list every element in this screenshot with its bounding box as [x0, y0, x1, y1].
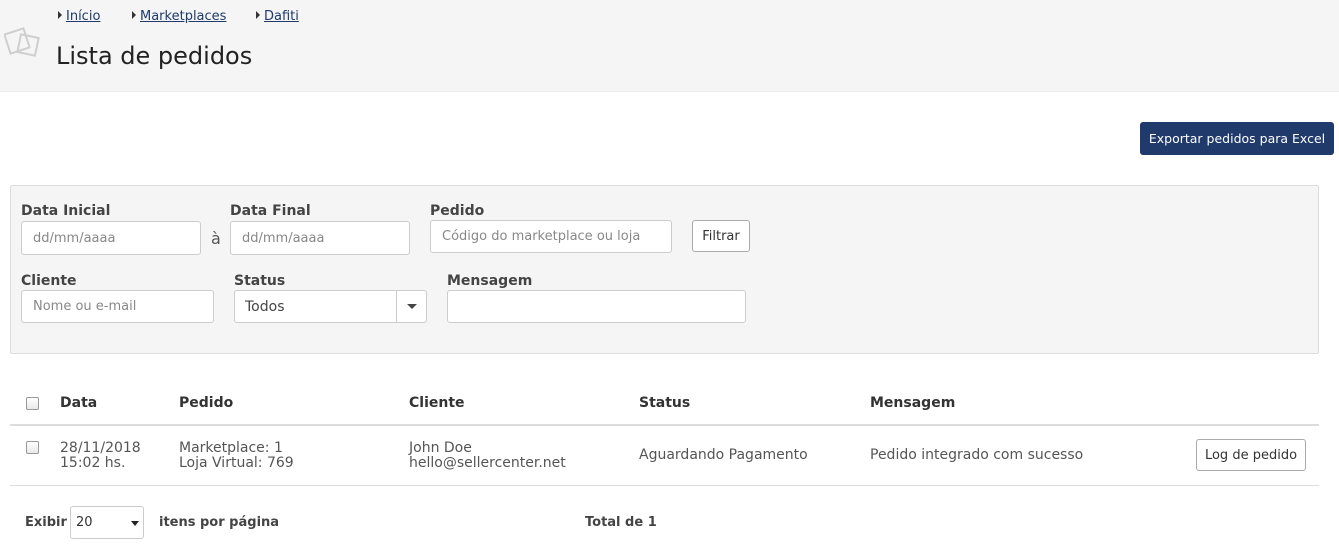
order-message: Pedido integrado com sucesso: [870, 447, 1084, 463]
column-header-mensagem: Mensagem: [870, 395, 956, 411]
customer-email: hello@sellercenter.net: [409, 455, 566, 471]
table-header-divider: [10, 424, 1319, 426]
data-final-label: Data Final: [230, 203, 311, 219]
status-select-value: Todos: [245, 299, 285, 315]
breadcrumb-link-inicio[interactable]: Início: [66, 9, 100, 24]
per-page-value: 20: [76, 515, 93, 530]
exibir-label: Exibir: [25, 515, 67, 530]
order-log-button[interactable]: Log de pedido: [1196, 439, 1306, 471]
items-per-page-label: itens por página: [159, 515, 280, 530]
pedido-label: Pedido: [430, 203, 485, 219]
total-count: Total de 1: [585, 515, 657, 530]
data-final-input[interactable]: [230, 221, 410, 255]
column-header-status: Status: [639, 395, 691, 411]
caret-right-icon: [132, 11, 136, 19]
per-page-select[interactable]: 20: [70, 506, 144, 539]
order-status: Aguardando Pagamento: [639, 447, 808, 463]
caret-right-icon: [58, 11, 62, 19]
row-checkbox[interactable]: [26, 441, 39, 454]
page-title: Lista de pedidos: [56, 42, 253, 70]
mensagem-label: Mensagem: [447, 273, 533, 289]
breadcrumb-link-dafiti[interactable]: Dafiti: [264, 9, 299, 24]
status-label: Status: [234, 273, 286, 289]
order-time: 15:02 hs.: [60, 455, 126, 471]
order-store-id: Loja Virtual: 769: [179, 455, 294, 471]
data-inicial-input[interactable]: [21, 221, 201, 255]
customer-name: John Doe: [409, 440, 472, 456]
breadcrumb-item-inicio: Início: [58, 9, 100, 24]
status-select[interactable]: Todos: [234, 290, 427, 323]
mensagem-input[interactable]: [447, 290, 746, 323]
column-header-pedido: Pedido: [179, 395, 234, 411]
select-all-checkbox[interactable]: [26, 397, 39, 410]
page-header: Início Marketplaces Dafiti Lista de pedi…: [0, 0, 1339, 92]
column-header-cliente: Cliente: [409, 395, 465, 411]
cliente-input[interactable]: [21, 290, 214, 323]
filter-panel: Data Inicial à Data Final Pedido Filtrar…: [10, 185, 1319, 354]
export-excel-button[interactable]: Exportar pedidos para Excel: [1140, 122, 1334, 155]
order-marketplace-id: Marketplace: 1: [179, 440, 283, 456]
column-header-data: Data: [60, 395, 98, 411]
caret-right-icon: [256, 11, 260, 19]
breadcrumb-item-marketplaces: Marketplaces: [132, 9, 226, 24]
table-row-divider: [10, 485, 1319, 486]
logo-icon: [4, 27, 40, 57]
pedido-input[interactable]: [430, 220, 672, 253]
chevron-down-icon: [131, 521, 139, 526]
filtrar-button[interactable]: Filtrar: [692, 220, 750, 252]
chevron-down-icon: [407, 304, 417, 309]
data-inicial-label: Data Inicial: [21, 203, 111, 219]
status-dropdown-toggle[interactable]: [396, 291, 426, 322]
order-date: 28/11/2018: [60, 440, 141, 456]
cliente-label: Cliente: [21, 273, 77, 289]
breadcrumb-item-dafiti: Dafiti: [256, 9, 299, 24]
date-range-separator: à: [211, 229, 221, 248]
breadcrumb-link-marketplaces[interactable]: Marketplaces: [140, 9, 226, 24]
